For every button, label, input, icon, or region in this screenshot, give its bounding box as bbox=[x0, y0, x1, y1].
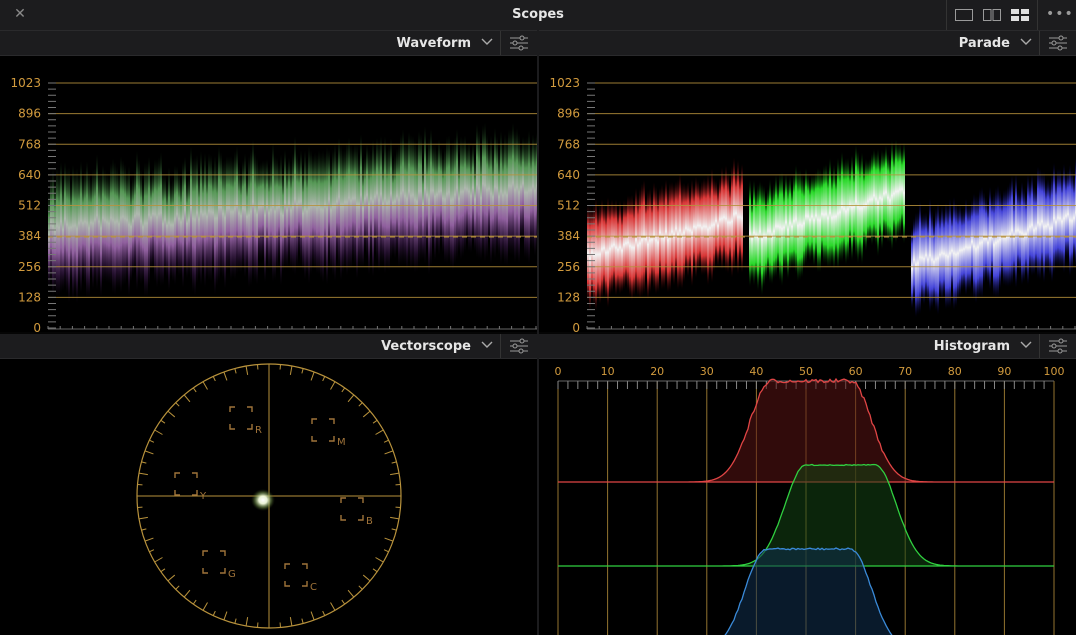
vectorscope-trace bbox=[251, 489, 275, 511]
scale-label: 768 bbox=[557, 137, 580, 151]
waveform-panel: Waveform 1023 896 768 640 512 384 256 128 0 bbox=[0, 31, 537, 332]
vectorscope-panel: Vectorscope R M Y B G C bbox=[0, 334, 537, 635]
scale-label: 512 bbox=[557, 199, 580, 213]
parade-trace-g bbox=[749, 139, 905, 296]
scale-label: 60 bbox=[849, 365, 863, 378]
scale-label: 50 bbox=[799, 365, 813, 378]
svg-text:B: B bbox=[366, 516, 373, 527]
scale-label: 20 bbox=[650, 365, 664, 378]
waveform-title[interactable]: Waveform bbox=[397, 36, 471, 51]
scale-label: 10 bbox=[601, 365, 615, 378]
scale-label: 896 bbox=[18, 107, 41, 121]
vectorscope-title[interactable]: Vectorscope bbox=[381, 339, 471, 354]
settings-sliders-icon[interactable] bbox=[1048, 35, 1068, 51]
chevron-down-icon[interactable] bbox=[481, 37, 493, 47]
svg-text:R: R bbox=[255, 425, 262, 436]
scale-label: 0 bbox=[33, 321, 41, 332]
chevron-down-icon[interactable] bbox=[1020, 37, 1032, 47]
more-options-icon[interactable]: ••• bbox=[1046, 6, 1074, 22]
parade-scope[interactable]: 1023 896 768 640 512 384 256 128 0 bbox=[539, 56, 1076, 332]
scale-label: 1023 bbox=[10, 76, 41, 90]
waveform-trace bbox=[48, 122, 537, 304]
histogram-blue-channel bbox=[724, 547, 893, 635]
scale-label: 640 bbox=[557, 168, 580, 182]
chevron-down-icon[interactable] bbox=[481, 340, 493, 350]
histogram-panel: Histogram 0 10 20 30 40 50 60 70 80 90 100 bbox=[539, 334, 1076, 635]
scale-label: 768 bbox=[18, 137, 41, 151]
layout-switcher bbox=[946, 0, 1038, 30]
scale-label: 40 bbox=[749, 365, 763, 378]
svg-text:Y: Y bbox=[199, 491, 207, 502]
scale-label: 90 bbox=[997, 365, 1011, 378]
histogram-header: Histogram bbox=[539, 334, 1076, 359]
target-m: M bbox=[311, 418, 346, 448]
window-title: Scopes bbox=[512, 7, 564, 22]
scale-label: 384 bbox=[557, 229, 580, 243]
window-titlebar: ✕ Scopes ••• bbox=[0, 0, 1076, 31]
scale-label: 256 bbox=[18, 260, 41, 274]
target-y: Y bbox=[174, 472, 207, 502]
target-b: B bbox=[340, 497, 373, 527]
settings-sliders-icon[interactable] bbox=[1048, 338, 1068, 354]
svg-text:M: M bbox=[337, 437, 346, 448]
scale-label: 1023 bbox=[549, 76, 580, 90]
settings-sliders-icon[interactable] bbox=[509, 338, 529, 354]
scale-label: 256 bbox=[557, 260, 580, 274]
scale-label: 640 bbox=[18, 168, 41, 182]
target-c: C bbox=[284, 563, 317, 593]
settings-sliders-icon[interactable] bbox=[509, 35, 529, 51]
parade-trace-r bbox=[587, 157, 743, 312]
parade-title[interactable]: Parade bbox=[959, 36, 1010, 51]
svg-text:C: C bbox=[310, 582, 317, 593]
target-g: G bbox=[202, 550, 236, 580]
scale-label: 80 bbox=[948, 365, 962, 378]
quad-view-icon[interactable] bbox=[1011, 9, 1029, 21]
parade-header: Parade bbox=[539, 31, 1076, 56]
scale-label: 70 bbox=[898, 365, 912, 378]
histogram-title[interactable]: Histogram bbox=[934, 339, 1010, 354]
scale-label: 30 bbox=[700, 365, 714, 378]
single-view-icon[interactable] bbox=[955, 9, 973, 21]
scale-label: 128 bbox=[557, 290, 580, 304]
svg-text:G: G bbox=[228, 569, 236, 580]
scale-label: 0 bbox=[572, 321, 580, 332]
scale-label: 512 bbox=[18, 199, 41, 213]
scale-label: 0 bbox=[555, 365, 562, 378]
waveform-header: Waveform bbox=[0, 31, 537, 56]
dual-view-icon[interactable] bbox=[983, 9, 1001, 21]
parade-panel: Parade 1023 896 768 640 512 384 256 128 0 bbox=[539, 31, 1076, 332]
scale-label: 384 bbox=[18, 229, 41, 243]
scale-label: 896 bbox=[557, 107, 580, 121]
target-r: R bbox=[229, 406, 262, 436]
scale-label: 100 bbox=[1044, 365, 1065, 378]
scale-label: 128 bbox=[18, 290, 41, 304]
vectorscope-scope[interactable]: R M Y B G C bbox=[0, 359, 537, 635]
vectorscope-header: Vectorscope bbox=[0, 334, 537, 359]
histogram-scope[interactable]: 0 10 20 30 40 50 60 70 80 90 100 bbox=[539, 359, 1076, 635]
waveform-scope[interactable]: 1023 896 768 640 512 384 256 128 0 bbox=[0, 56, 537, 332]
chevron-down-icon[interactable] bbox=[1020, 340, 1032, 350]
